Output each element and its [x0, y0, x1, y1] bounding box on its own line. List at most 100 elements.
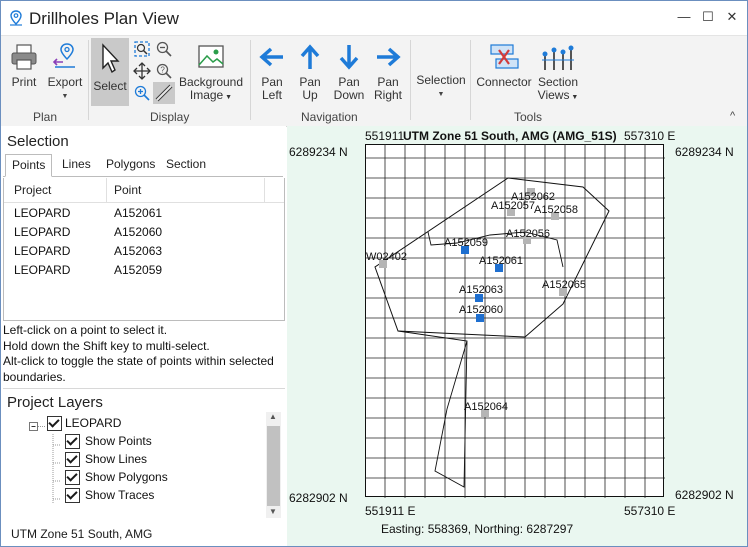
pan-left-label-1: Pan: [261, 75, 283, 89]
bottom-right-northing: 6282902 N: [675, 488, 734, 502]
drillhole-label: A152060: [459, 304, 503, 316]
help-line: Left-click on a point to select it.: [3, 323, 168, 337]
zoom-query-icon[interactable]: ?: [155, 62, 173, 80]
minimize-button[interactable]: —: [673, 7, 695, 27]
window-title: Drillholes Plan View: [29, 9, 179, 28]
map-view[interactable]: 551911 UTM Zone 51 South, AMG (AMG_51S) …: [287, 126, 747, 546]
zoom-out-icon[interactable]: [155, 40, 173, 58]
ribbon-separator: [410, 40, 411, 120]
table-row[interactable]: LEOPARD A152061: [4, 204, 284, 223]
pan-right-label-2: Right: [373, 88, 402, 102]
table-row[interactable]: LEOPARD A152063: [4, 242, 284, 261]
column-divider[interactable]: [264, 178, 265, 202]
show-points-checkbox[interactable]: [65, 434, 80, 449]
top-left-easting: 551911: [365, 129, 405, 143]
column-header-project[interactable]: Project: [14, 183, 51, 197]
bottom-left-easting: 551911 E: [365, 504, 416, 518]
table-row[interactable]: LEOPARD A152060: [4, 223, 284, 242]
show-traces-label: Show Traces: [85, 488, 155, 502]
cell-point: A152059: [114, 263, 163, 277]
ribbon-separator: [250, 40, 251, 120]
export-button[interactable]: Export ▼: [45, 42, 85, 103]
zoom-in-icon[interactable]: [133, 84, 151, 102]
left-pane: Selection Points Lines Polygons Section …: [1, 126, 286, 546]
ribbon-toolbar: Print Export ▼ Select ? Background Image…: [1, 35, 747, 127]
arrow-down-icon: [339, 45, 359, 70]
selection-help-text: Left-click on a point to select it. Hold…: [3, 323, 285, 385]
show-lines-checkbox[interactable]: [65, 452, 80, 467]
pan-left-button[interactable]: Pan Left: [255, 42, 289, 102]
scroll-up-icon[interactable]: ▲: [269, 412, 277, 421]
print-button[interactable]: Print: [7, 42, 41, 89]
zoom-extent-icon[interactable]: [133, 40, 151, 58]
layer-tree: LEOPARD Show Points Show Lines Show Poly…: [1, 412, 283, 518]
plan-canvas[interactable]: A152062A152057A152058A152056A152059W0240…: [365, 144, 665, 498]
section-views-button[interactable]: Section Views ▼: [536, 42, 580, 104]
export-pin-icon: [52, 43, 75, 68]
drillhole-label: A152061: [479, 255, 523, 267]
section-views-label-2: Views: [537, 88, 570, 102]
top-right-easting: 557310 E: [624, 129, 676, 143]
help-line: Alt-click to toggle the state of points …: [3, 354, 274, 368]
table-header: Project Point: [4, 178, 284, 203]
drillhole-label: A152057: [491, 200, 535, 212]
maximize-button[interactable]: ☐: [697, 7, 719, 27]
export-dropdown-icon: ▼: [61, 93, 69, 100]
pan-left-label-2: Left: [261, 88, 282, 102]
printer-icon: [11, 44, 37, 70]
cell-project: LEOPARD: [14, 225, 71, 239]
cell-point: A152061: [114, 206, 163, 220]
selection-table: Project Point LEOPARD A152061 LEOPARD A1…: [3, 178, 285, 321]
tab-points[interactable]: Points: [5, 154, 53, 177]
group-label-navigation: Navigation: [301, 110, 358, 124]
column-divider[interactable]: [106, 178, 107, 202]
show-lines-label: Show Lines: [85, 452, 148, 466]
drillhole-label: A152056: [506, 228, 550, 240]
table-row[interactable]: LEOPARD A152059: [4, 261, 284, 280]
projection-status: UTM Zone 51 South, AMG: [11, 527, 153, 541]
selection-header: Selection: [7, 133, 69, 150]
project-layers-section: Project Layers: [3, 388, 285, 415]
background-image-button[interactable]: Background Image ▼: [177, 42, 245, 104]
app-window: Drillholes Plan View — ☐ ✕ Print Export …: [0, 0, 748, 547]
layer-checkbox-leopard[interactable]: [47, 416, 62, 431]
selection-label: Selection: [416, 73, 466, 87]
cursor-arrow-icon: [102, 43, 120, 74]
pan-up-button[interactable]: Pan Up: [293, 42, 327, 102]
section-views-icon: [542, 45, 574, 70]
pan-down-button[interactable]: Pan Down: [332, 42, 366, 102]
scrollbar-thumb[interactable]: [267, 426, 280, 506]
show-traces-checkbox[interactable]: [65, 488, 80, 503]
drillhole-label: A152064: [464, 401, 508, 413]
group-label-display: Display: [150, 110, 190, 124]
show-polygons-checkbox[interactable]: [65, 470, 80, 485]
connector-button[interactable]: Connector: [474, 42, 534, 89]
select-button[interactable]: Select: [91, 38, 129, 106]
bottom-right-easting: 557310 E: [624, 504, 676, 518]
help-line: Hold down the Shift key to multi-select.: [3, 338, 210, 353]
tab-lines[interactable]: Lines: [56, 154, 97, 175]
layer-tree-scrollbar[interactable]: ▲ ▼: [266, 412, 281, 518]
background-image-label-2: Image: [189, 88, 224, 102]
pan-right-button[interactable]: Pan Right: [371, 42, 405, 102]
scroll-down-icon[interactable]: ▼: [269, 507, 277, 516]
drillhole-label: A152063: [459, 284, 503, 296]
column-header-point[interactable]: Point: [114, 183, 141, 197]
picture-icon: [198, 45, 224, 68]
section-views-label-1: Section: [537, 75, 579, 89]
measure-tool-button[interactable]: [153, 82, 175, 104]
selection-tabs: Points Lines Polygons Section: [3, 154, 283, 177]
selection-dropdown-button[interactable]: Selection ▼: [414, 74, 468, 101]
close-button[interactable]: ✕: [721, 7, 743, 27]
bottom-left-northing: 6282902 N: [289, 491, 348, 505]
pan-move-icon[interactable]: [133, 62, 151, 80]
tab-polygons[interactable]: Polygons: [100, 154, 161, 175]
help-line: boundaries.: [3, 369, 66, 384]
collapse-ribbon-icon[interactable]: ^: [730, 110, 735, 122]
tab-section[interactable]: Section: [160, 154, 212, 175]
background-image-label-1: Background: [178, 75, 244, 89]
cursor-coordinates: Easting: 558369, Northing: 6287297: [381, 522, 574, 536]
map-projection-title: UTM Zone 51 South, AMG (AMG_51S): [403, 129, 617, 143]
cell-point: A152060: [114, 225, 163, 239]
title-bar: Drillholes Plan View — ☐ ✕: [1, 1, 747, 35]
